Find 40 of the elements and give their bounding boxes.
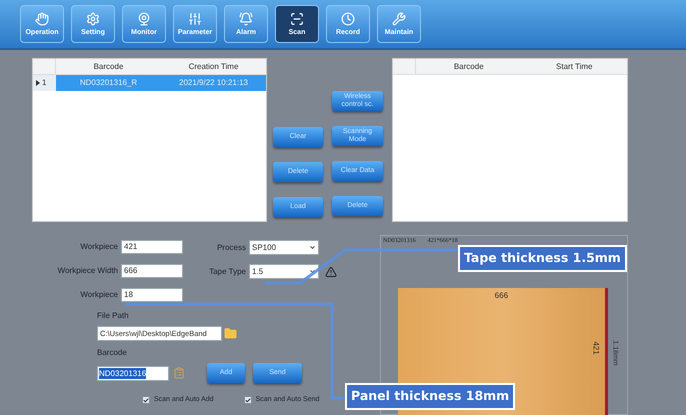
barcode-field[interactable]: ND03201316 (97, 366, 169, 380)
field-label: Tape Type (208, 266, 246, 278)
annotation-callout: Panel thickness 18mm (345, 383, 516, 410)
chevron-down-icon (309, 244, 316, 251)
dropdown[interactable]: SP100 (249, 240, 319, 255)
text-field[interactable]: 421 (121, 240, 183, 254)
checkbox[interactable] (142, 396, 150, 404)
field-label: Barcode (97, 347, 128, 359)
top-dimension: 666 (494, 290, 508, 302)
field-label: Process (216, 242, 246, 254)
column-header: Barcode (92, 61, 124, 73)
sliders-icon (188, 12, 202, 26)
column-header: Start Time (555, 61, 594, 73)
text-field[interactable]: 18 (121, 288, 183, 302)
wrench-icon (392, 12, 406, 26)
camera-icon (137, 12, 151, 26)
column-header: Creation Time (188, 61, 240, 73)
table-cell-text: ND03201316_R (78, 77, 138, 89)
clock-icon (341, 12, 355, 26)
bell-icon (239, 12, 253, 26)
table-row[interactable]: 1 ND03201316_R 2021/9/22 10:21:13 (33, 75, 266, 91)
clipboard-icon[interactable] (173, 367, 185, 379)
checkbox[interactable] (244, 396, 252, 404)
column-header: Barcode (452, 61, 485, 73)
scan-icon (290, 12, 304, 26)
dropdown[interactable]: 1.5 (249, 264, 319, 279)
side-dimension: 421 (591, 341, 602, 355)
field-label: Workpiece Width (56, 265, 118, 277)
row-pointer-icon (36, 80, 40, 86)
annotation-callout: Tape thickness 1.5mm (458, 245, 627, 272)
field-label: File Path (97, 310, 130, 322)
row-number: 1 (42, 77, 46, 89)
gear-icon (86, 12, 100, 26)
field-label: Workpiece (79, 241, 118, 253)
hand-icon (35, 12, 49, 26)
table-cell-text: 2021/9/22 10:21:13 (178, 77, 249, 89)
text-field[interactable]: 666 (121, 264, 183, 278)
warning-icon (325, 266, 337, 278)
chevron-down-icon (309, 268, 316, 275)
field-label: Workpiece (79, 289, 118, 301)
